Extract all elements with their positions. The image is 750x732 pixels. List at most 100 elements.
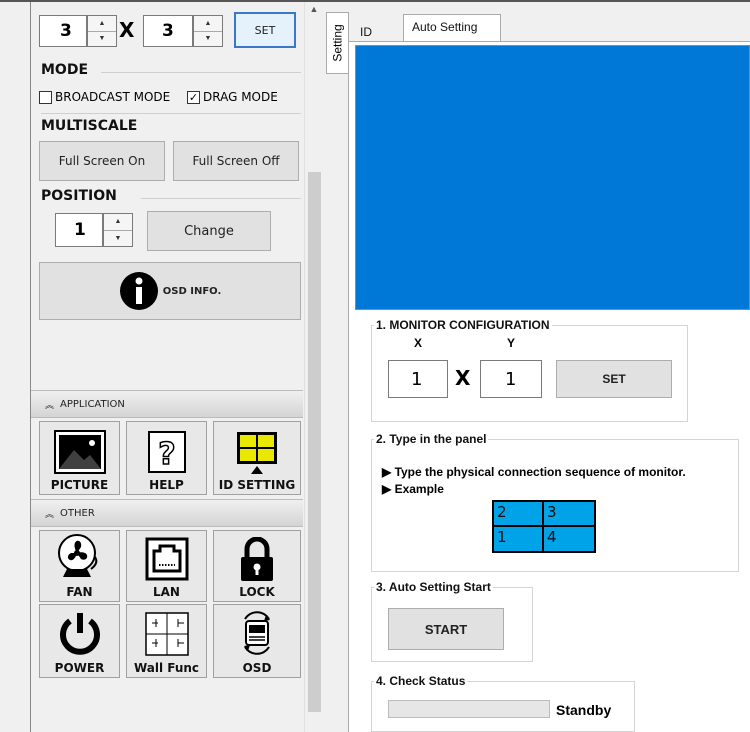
type-in-panel-title: 2. Type in the panel [376,432,487,446]
position-change-button[interactable]: Change [147,211,271,251]
spin-up-icon[interactable]: ▲ [88,16,116,32]
start-button[interactable]: START [388,608,504,650]
panel-instruction-1: ▶ Type the physical connection sequence … [382,465,686,479]
help-icon: ? [147,431,186,473]
help-label: HELP [149,478,184,492]
monitor-x-label: X [414,336,423,350]
monitor-y-value: 1 [505,368,517,390]
lock-tile[interactable]: LOCK [213,530,301,602]
id-setting-tile[interactable]: ID SETTING [213,421,301,495]
monitor-set-button[interactable]: SET [556,360,672,398]
example-cell: 4 [542,525,596,553]
collapse-chevron-icon: ︽ [45,509,55,520]
grid-y-value: 3 [162,21,174,41]
osd-label: OSD [242,661,272,675]
window-top-border [0,0,750,2]
application-group-header[interactable]: ︽ APPLICATION [31,390,303,418]
scroll-thumb[interactable] [308,172,321,712]
monitor-y-input[interactable]: 1 [480,360,542,398]
wall-func-icon [144,612,189,656]
tab-id[interactable]: ID [350,20,402,42]
position-spinner[interactable]: ▲ ▼ [103,213,133,247]
checkbox-checked-icon[interactable]: ✓ [187,90,200,104]
monitor-configuration-title: 1. MONITOR CONFIGURATION [376,318,550,332]
full-screen-on-button[interactable]: Full Screen On [39,141,165,181]
id-setting-icon [237,432,277,474]
monitor-x-input[interactable]: 1 [388,360,448,398]
osd-tile[interactable]: OSD [213,604,301,678]
picture-tile[interactable]: PICTURE [39,421,120,495]
other-header-label: OTHER [60,507,95,519]
multiscale-title: MULTISCALE [41,118,138,134]
example-cell: 2 [492,500,544,527]
monitor-preview-area [355,45,750,310]
position-divider [141,198,301,199]
position-value: 1 [74,220,86,240]
grid-y-spinner[interactable]: ▲ ▼ [193,15,223,47]
tab-id-label: ID [360,25,372,39]
osd-info-button[interactable]: OSD INFO. [39,262,301,320]
lan-label: LAN [153,585,180,599]
lan-icon [145,537,188,581]
vertical-tab-label: Setting [330,24,345,62]
grid-y-input[interactable]: 3 [143,15,193,47]
application-header-label: APPLICATION [60,398,125,410]
spin-down-icon[interactable]: ▼ [88,32,116,47]
picture-icon [53,430,106,474]
left-panel: 3 ▲ ▼ X 3 ▲ ▼ SET MODE BROADCAST MODE ✓ DR… [30,0,323,732]
power-icon [59,613,100,655]
fan-icon [57,534,97,577]
multiscale-divider [41,113,301,114]
check-status-title: 4. Check Status [376,674,466,688]
fan-tile[interactable]: FAN [39,530,120,602]
grid-x-input[interactable]: 3 [39,15,87,47]
info-icon [119,272,158,310]
monitor-y-label: Y [507,336,516,350]
example-cell: 3 [542,500,596,527]
status-text: Standby [556,702,612,718]
mode-title: MODE [41,62,89,78]
broadcast-mode-label: BROADCAST MODE [55,90,171,104]
status-progress-bar [388,700,550,718]
lan-tile[interactable]: LAN [126,530,207,602]
left-scrollbar[interactable]: ▲ [304,0,323,732]
spin-up-icon[interactable]: ▲ [194,16,222,32]
power-label: POWER [54,661,105,675]
id-setting-label: ID SETTING [218,478,296,492]
collapse-chevron-icon: ︽ [45,400,55,411]
drag-mode-label: DRAG MODE [203,90,278,104]
osd-info-label: OSD INFO. [162,285,222,297]
spin-up-icon[interactable]: ▲ [104,214,132,231]
panel-instruction-2: ▶ Example [382,482,444,496]
monitor-x-value: 1 [411,368,423,390]
vertical-tab-setting[interactable]: Setting [326,12,348,74]
auto-setting-start-title: 3. Auto Setting Start [376,580,491,594]
spin-down-icon[interactable]: ▼ [104,231,132,247]
drag-mode-checkbox[interactable]: ✓ DRAG MODE [187,90,278,104]
grid-multiply-sign: X [119,18,135,42]
lock-label: LOCK [239,585,275,599]
grid-x-spinner[interactable]: ▲ ▼ [87,15,117,47]
spin-down-icon[interactable]: ▼ [194,32,222,47]
tab-auto-setting[interactable]: Auto Setting [403,14,501,42]
example-cell: 1 [492,525,544,553]
scroll-up-icon[interactable]: ▲ [305,0,323,18]
broadcast-mode-checkbox[interactable]: BROADCAST MODE [39,90,170,104]
tab-auto-setting-label: Auto Setting [412,20,478,34]
monitor-multiply-sign: X [455,366,471,390]
grid-x-value: 3 [60,21,72,41]
checkbox-icon[interactable] [39,90,52,104]
full-screen-off-button[interactable]: Full Screen Off [173,141,299,181]
wall-func-label: Wall Func [133,661,200,675]
help-tile[interactable]: ? HELP [126,421,207,495]
example-grid: 2 3 1 4 [492,500,596,554]
lock-icon [241,537,273,581]
mode-divider [101,72,301,73]
position-input[interactable]: 1 [55,213,103,247]
svg-text:?: ? [158,437,175,472]
power-tile[interactable]: POWER [39,604,120,678]
other-group-header[interactable]: ︽ OTHER [31,499,303,527]
wall-func-tile[interactable]: Wall Func [126,604,207,678]
grid-set-button[interactable]: SET [234,12,296,48]
picture-label: PICTURE [50,478,109,492]
